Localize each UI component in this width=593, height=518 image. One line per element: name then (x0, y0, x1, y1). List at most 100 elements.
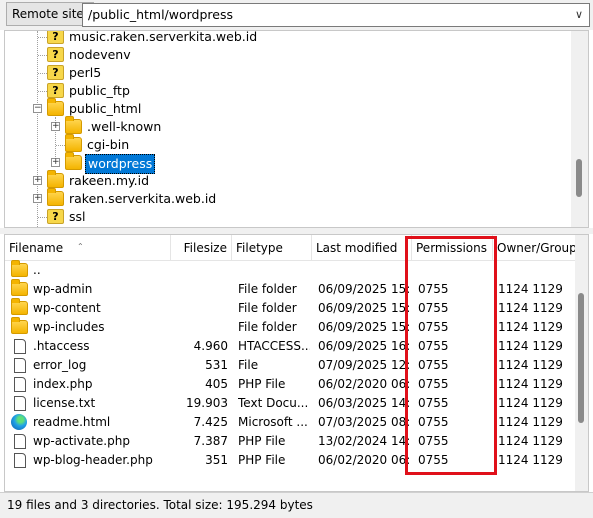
remote-file-list: ⌃ Filename Filesize Filetype Last modifi… (4, 234, 589, 492)
file-name: readme.html (33, 415, 111, 429)
column-header-permissions[interactable]: Permissions (412, 235, 493, 261)
file-row[interactable]: license.txt 19.903 Text Docu... 06/03/2025 … (5, 394, 575, 413)
file-permissions: 0755 (418, 301, 449, 315)
file-owner-group: 1124 1129 (498, 301, 563, 315)
tree-item-well-known[interactable]: + .well-known (5, 116, 565, 136)
status-bar: 19 files and 3 directories. Total size: … (0, 492, 593, 518)
file-type: PHP File (238, 453, 286, 467)
file-type: File (238, 358, 259, 372)
tree-item-label-selected: wordpress (85, 154, 156, 174)
file-type: HTACCESS... (238, 339, 310, 353)
file-size: 7.387 (193, 434, 228, 448)
expand-toggle-icon[interactable]: + (33, 176, 42, 185)
file-row[interactable]: .. (5, 260, 575, 280)
file-permissions: 0755 (418, 415, 449, 429)
chevron-down-icon[interactable]: ∨ (572, 4, 586, 26)
file-row[interactable]: wp-admin File folder 06/09/2025 15:... 0755… (5, 279, 575, 299)
remote-path-value: /public_html/wordpress (88, 7, 233, 22)
file-list-scrollbar[interactable] (575, 235, 588, 491)
file-name: index.php (33, 377, 93, 391)
file-name: .htaccess (33, 339, 90, 353)
file-type: File folder (238, 301, 297, 315)
file-row[interactable]: index.php 405 PHP File 06/02/2020 06:... 075… (5, 375, 575, 394)
tree-item-raken[interactable]: + raken.serverkita.web.id (5, 188, 565, 208)
folder-icon (65, 116, 82, 134)
tree-item-label: rakeen.my.id (69, 173, 150, 188)
file-last-modified: 07/09/2025 12:... (318, 358, 410, 372)
file-icon (14, 339, 26, 354)
file-last-modified: 06/09/2025 15:... (318, 320, 410, 334)
remote-path-combobox[interactable]: /public_html/wordpress ∨ (82, 3, 590, 27)
tree-item-music[interactable]: ? music.raken.serverkita.web.id (5, 31, 565, 46)
folder-icon (47, 188, 64, 206)
tree-scrollbar-thumb[interactable] (576, 159, 582, 197)
edge-browser-icon (11, 414, 27, 430)
remote-site-bar: Remote site: /public_html/wordpress ∨ (0, 0, 593, 30)
remote-directory-tree: ? music.raken.serverkita.web.id ? nodeve… (4, 30, 589, 228)
folder-icon (47, 170, 64, 188)
expand-toggle-icon[interactable]: + (33, 194, 42, 203)
tree-item-rakeen[interactable]: + rakeen.my.id (5, 170, 565, 190)
tree-item-label: ssl (69, 209, 86, 224)
file-row[interactable]: wp-includes File folder 06/09/2025 15:... 0… (5, 317, 575, 337)
column-header-owner-group[interactable]: Owner/Group (493, 235, 577, 261)
question-folder-icon: ? (47, 47, 64, 62)
folder-icon (47, 98, 64, 116)
question-folder-icon: ? (47, 209, 64, 224)
file-permissions: 0755 (418, 358, 449, 372)
file-row[interactable]: wp-blog-header.php 351 PHP File 06/02/2020 … (5, 451, 575, 470)
file-row[interactable]: wp-content File folder 06/09/2025 15:... 07… (5, 298, 575, 318)
folder-icon (11, 317, 28, 334)
file-permissions: 0755 (418, 434, 449, 448)
tree-item-perl5[interactable]: ? perl5 (5, 64, 565, 82)
file-size: 19.903 (186, 396, 228, 410)
folder-icon (11, 298, 28, 315)
file-last-modified: 13/02/2024 14:... (318, 434, 410, 448)
file-owner-group: 1124 1129 (498, 339, 563, 353)
file-list-header: ⌃ Filename Filesize Filetype Last modifi… (5, 235, 577, 261)
file-icon (14, 377, 26, 392)
status-text: 19 files and 3 directories. Total size: … (7, 498, 313, 512)
file-size: 4.960 (193, 339, 228, 353)
file-owner-group: 1124 1129 (498, 396, 563, 410)
column-header-filesize[interactable]: Filesize (171, 235, 232, 261)
file-owner-group: 1124 1129 (498, 320, 563, 334)
tree-item-public-ftp[interactable]: ? public_ftp (5, 82, 565, 100)
file-name: wp-blog-header.php (33, 453, 153, 467)
file-name: wp-activate.php (33, 434, 130, 448)
file-row[interactable]: error_log 531 File 07/09/2025 12:... 0755 112… (5, 356, 575, 375)
column-header-filename[interactable]: ⌃ Filename (5, 235, 171, 261)
folder-icon (11, 279, 28, 296)
expand-toggle-icon[interactable]: + (51, 122, 60, 131)
tree-item-label: .well-known (87, 119, 162, 134)
column-header-last-modified[interactable]: Last modified (312, 235, 412, 261)
tree-item-public-html[interactable]: − public_html (5, 98, 565, 118)
file-permissions: 0755 (418, 339, 449, 353)
file-name: .. (33, 263, 41, 277)
file-list-scrollbar-thumb[interactable] (578, 293, 584, 423)
file-last-modified: 06/09/2025 15:... (318, 301, 410, 315)
tree-item-wordpress[interactable]: + wordpress (5, 152, 565, 174)
tree-item-label: nodevenv (69, 47, 131, 62)
expand-toggle-icon[interactable]: + (51, 158, 60, 167)
tree-item-label: perl5 (69, 65, 102, 80)
file-row[interactable]: readme.html 7.425 Microsoft ... 07/03/2025 … (5, 413, 575, 432)
tree-item-ssl[interactable]: ? ssl (5, 208, 565, 226)
folder-icon (11, 260, 28, 277)
column-header-filetype[interactable]: Filetype (232, 235, 312, 261)
file-name: wp-content (33, 301, 101, 315)
file-last-modified: 06/09/2025 16:... (318, 339, 410, 353)
collapse-toggle-icon[interactable]: − (33, 104, 42, 113)
file-owner-group: 1124 1129 (498, 434, 563, 448)
file-last-modified: 06/02/2020 06:... (318, 377, 410, 391)
question-folder-icon: ? (47, 65, 64, 80)
file-type: File folder (238, 282, 297, 296)
file-type: Microsoft ... (238, 415, 308, 429)
tree-item-nodevenv[interactable]: ? nodevenv (5, 46, 565, 64)
file-row[interactable]: .htaccess 4.960 HTACCESS... 06/09/2025 16:.… (5, 337, 575, 356)
tree-scrollbar[interactable] (571, 31, 588, 227)
folder-icon (65, 152, 82, 170)
tree-item-cgi-bin[interactable]: cgi-bin (5, 134, 565, 154)
file-type: PHP File (238, 434, 286, 448)
file-row[interactable]: wp-activate.php 7.387 PHP File 13/02/2024 1… (5, 432, 575, 451)
